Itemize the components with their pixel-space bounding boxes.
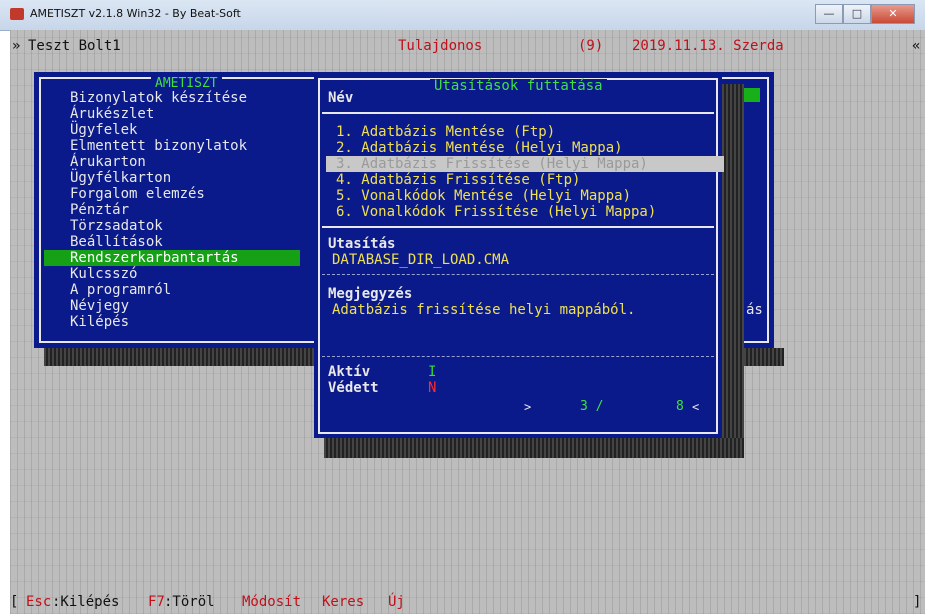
- record-counter: 3 /: [580, 399, 604, 414]
- bottom-key-bar: [ Esc :Kilépés F7 :Töröl Módosít Keres Ú…: [10, 594, 925, 612]
- note-label: Megjegyzés: [328, 286, 413, 302]
- name-column-label: Név: [328, 90, 354, 106]
- note-value: Adatbázis frissítése helyi mappából.: [332, 302, 636, 318]
- modify-button[interactable]: Módosít: [242, 594, 301, 610]
- command-option[interactable]: 5. Vonalkódok Mentése (Helyi Mappa): [326, 188, 724, 204]
- divider: [322, 226, 714, 228]
- command-option[interactable]: 1. Adatbázis Mentése (Ftp): [326, 124, 724, 140]
- user-role: Tulajdonos: [398, 38, 483, 54]
- current-date: 2019.11.13. Szerda: [632, 38, 784, 54]
- command-label: Utasítás: [328, 236, 396, 252]
- app-icon: [10, 8, 24, 20]
- menu-item[interactable]: A programról: [44, 282, 300, 298]
- session-count: (9): [578, 38, 604, 54]
- divider: [322, 112, 714, 114]
- dialog-shadow-bottom: [324, 438, 744, 458]
- arrow-right-icon: >: [524, 400, 532, 414]
- window-title: AMETISZT v2.1.8 Win32 - By Beat-Soft: [30, 7, 241, 20]
- menu-item[interactable]: Elmentett bizonylatok: [44, 138, 300, 154]
- dialog-title: Utasítások futtatása: [430, 79, 607, 93]
- menu-side-text: ás: [746, 302, 763, 318]
- menu-item[interactable]: Kilépés: [44, 314, 300, 330]
- menu-item[interactable]: Ügyfélkarton: [44, 170, 300, 186]
- esc-key[interactable]: Esc: [26, 594, 51, 610]
- status-right-mark: «: [912, 38, 921, 54]
- menu-item[interactable]: Kulcsszó: [44, 266, 300, 282]
- protected-label: Védett: [328, 380, 379, 396]
- menu-item[interactable]: Beállítások: [44, 234, 300, 250]
- esc-label[interactable]: :Kilépés: [52, 594, 119, 610]
- shop-name: Teszt Bolt1: [28, 38, 121, 54]
- bracket-left: [: [10, 594, 19, 610]
- commands-dialog: Utasítások futtatása Név 1. Adatbázis Me…: [314, 74, 724, 438]
- menu-item[interactable]: Pénztár: [44, 202, 300, 218]
- divider: [322, 356, 714, 357]
- command-option[interactable]: 2. Adatbázis Mentése (Helyi Mappa): [326, 140, 724, 156]
- f7-label[interactable]: :Töröl: [164, 594, 215, 610]
- menu-item[interactable]: Névjegy: [44, 298, 300, 314]
- command-option[interactable]: 3. Adatbázis Frissítése (Helyi Mappa): [326, 156, 724, 172]
- window-titlebar: AMETISZT v2.1.8 Win32 - By Beat-Soft — □…: [0, 0, 925, 31]
- new-button[interactable]: Új: [388, 594, 405, 610]
- close-button[interactable]: ✕: [871, 4, 915, 24]
- top-status-line: » Teszt Bolt1 Tulajdonos (9) 2019.11.13.…: [10, 38, 925, 56]
- protected-value[interactable]: N: [428, 380, 436, 396]
- command-option[interactable]: 4. Adatbázis Frissítése (Ftp): [326, 172, 724, 188]
- maximize-button[interactable]: □: [843, 4, 871, 24]
- console-area: » Teszt Bolt1 Tulajdonos (9) 2019.11.13.…: [10, 30, 925, 614]
- menu-item[interactable]: Rendszerkarbantartás: [44, 250, 300, 266]
- menu-item[interactable]: Törzsadatok: [44, 218, 300, 234]
- active-value[interactable]: I: [428, 364, 436, 380]
- f7-key[interactable]: F7: [148, 594, 165, 610]
- menu-item[interactable]: Forgalom elemzés: [44, 186, 300, 202]
- minimize-button[interactable]: —: [815, 4, 843, 24]
- menu-item[interactable]: Árukarton: [44, 154, 300, 170]
- window-controls: — □ ✕: [815, 4, 915, 24]
- command-value: DATABASE_DIR_LOAD.CMA: [332, 252, 510, 268]
- command-option[interactable]: 6. Vonalkódok Frissítése (Helyi Mappa): [326, 204, 724, 220]
- record-total: 8: [676, 399, 684, 414]
- status-prefix: »: [12, 38, 21, 54]
- arrow-left-icon: <: [692, 400, 700, 414]
- main-menu-list: Bizonylatok készítése Árukészlet Ügyfelek E…: [44, 90, 300, 330]
- divider: [322, 274, 714, 275]
- main-menu-title: AMETISZT: [151, 77, 222, 91]
- search-button[interactable]: Keres: [322, 594, 364, 610]
- menu-item[interactable]: Ügyfelek: [44, 122, 300, 138]
- menu-item[interactable]: Bizonylatok készítése: [44, 90, 300, 106]
- dialog-shadow-right: [722, 84, 744, 458]
- bracket-right: ]: [913, 594, 922, 610]
- active-label: Aktív: [328, 364, 371, 380]
- menu-item[interactable]: Árukészlet: [44, 106, 300, 122]
